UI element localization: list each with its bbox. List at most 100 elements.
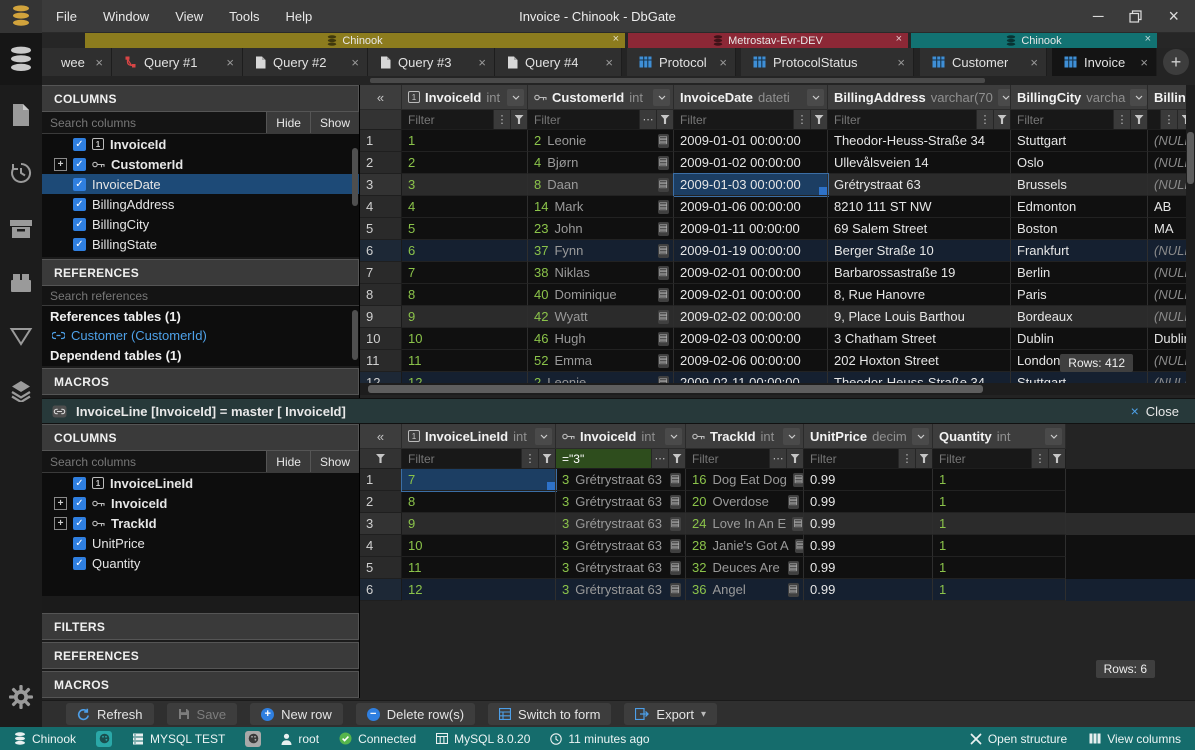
document-icon[interactable]: ▤ — [658, 266, 669, 280]
filter-funnel-icon[interactable] — [993, 110, 1010, 129]
column-checkbox[interactable]: ✓ — [73, 497, 86, 510]
column-menu-chevron-icon[interactable] — [653, 89, 670, 106]
grid-cell[interactable]: Bordeaux — [1011, 306, 1148, 328]
document-icon[interactable]: ▤ — [658, 178, 669, 192]
column-checkbox[interactable]: ✓ — [73, 178, 86, 191]
grid-cell[interactable]: 12 — [402, 372, 528, 383]
document-icon[interactable]: ▤ — [658, 156, 669, 170]
tab-group[interactable]: Metrostav-Evr-DEV× — [628, 33, 908, 48]
document-icon[interactable]: ▤ — [793, 473, 804, 487]
grid-cell[interactable]: 0.99 — [804, 535, 933, 557]
grid-cell[interactable]: 202 Hoxton Street — [828, 350, 1011, 372]
references-section-header[interactable]: REFERENCES — [42, 259, 359, 286]
new-tab-button[interactable]: + — [1163, 49, 1189, 75]
document-icon[interactable]: ▤ — [658, 288, 669, 302]
grid-cell[interactable]: 20Overdose▤ — [686, 491, 804, 513]
filter-menu-icon[interactable]: ⋮ — [976, 110, 993, 129]
tab-query-3[interactable]: Query #3× — [368, 48, 495, 76]
grid-cell[interactable]: 37Fynn▤ — [528, 240, 674, 262]
filter-input-customerid[interactable] — [528, 110, 639, 129]
column-header-invoiceid[interactable]: 1InvoiceIdint — [402, 85, 528, 110]
grid-cell[interactable]: 2009-01-19 00:00:00 — [674, 240, 828, 262]
grid-cell[interactable]: Ullevålsveien 14 — [828, 152, 1011, 174]
column-checkbox[interactable]: ✓ — [73, 517, 86, 530]
grid-cell[interactable]: 36Angel▤ — [686, 579, 804, 601]
grid-cell[interactable]: 9 — [402, 306, 528, 328]
grid-cell[interactable]: 69 Salem Street — [828, 218, 1011, 240]
main-grid-vertical-scrollbar[interactable] — [1186, 85, 1195, 383]
grid-cell[interactable]: 24Love In An E▤ — [686, 513, 804, 535]
sidebar-column-customerid[interactable]: +✓CustomerId — [42, 154, 359, 174]
grid-cell[interactable]: 3Grétrystraat 63▤ — [556, 579, 686, 601]
grid-cell[interactable]: 2Leonie▤ — [528, 130, 674, 152]
rail-plugins-icon[interactable] — [9, 273, 33, 293]
grid-cell[interactable]: Berlin — [1011, 262, 1148, 284]
document-icon[interactable]: ▤ — [788, 561, 799, 575]
column-checkbox[interactable]: ✓ — [73, 557, 86, 570]
row-number[interactable]: 7 — [360, 262, 402, 284]
minimize-button[interactable]: ─ — [1093, 8, 1104, 25]
filter-funnel-icon[interactable] — [1130, 110, 1147, 129]
column-header-billingcity[interactable]: BillingCityvarcha — [1011, 85, 1148, 110]
delete-rows-button[interactable]: − Delete row(s) — [356, 703, 475, 725]
filter-menu-icon[interactable]: ⋮ — [493, 110, 510, 129]
grid-cell[interactable]: 8, Rue Hanovre — [828, 284, 1011, 306]
column-header-invoiceid[interactable]: InvoiceIdint — [556, 424, 686, 449]
grid-cell[interactable]: 11 — [402, 350, 528, 372]
filter-funnel-icon[interactable] — [668, 449, 685, 468]
filter-funnel-icon[interactable] — [656, 110, 673, 129]
grid-cell[interactable]: 1 — [933, 513, 1066, 535]
grid-cell[interactable]: 2009-02-03 00:00:00 — [674, 328, 828, 350]
export-button[interactable]: Export ▾ — [624, 703, 717, 725]
grid-cell[interactable]: Stuttgart — [1011, 130, 1148, 152]
grid-cell[interactable]: Paris — [1011, 284, 1148, 306]
close-detail-button[interactable]: × Close — [1131, 403, 1195, 419]
menu-view[interactable]: View — [175, 9, 203, 24]
grid-cell[interactable]: 11 — [402, 557, 556, 579]
document-icon[interactable]: ▤ — [795, 539, 804, 553]
column-header-quantity[interactable]: Quantityint — [933, 424, 1066, 449]
main-grid-horizontal-scrollbar[interactable] — [360, 383, 1195, 395]
grid-cell[interactable]: 0.99 — [804, 579, 933, 601]
grid-cell[interactable]: 2 — [402, 152, 528, 174]
sidebar-column-invoiceid[interactable]: +✓InvoiceId — [42, 493, 359, 513]
document-icon[interactable]: ▤ — [658, 354, 669, 368]
filter-menu-icon[interactable]: ⋮ — [1031, 449, 1048, 468]
connection-color-button[interactable] — [96, 731, 112, 747]
sidebar-column-invoiceid[interactable]: ✓1InvoiceId — [42, 134, 359, 154]
grid-cell[interactable]: 2009-02-02 00:00:00 — [674, 306, 828, 328]
row-number[interactable]: 4 — [360, 535, 402, 557]
filter-menu-icon[interactable]: ⋯ — [651, 449, 668, 468]
clear-filter-icon[interactable] — [376, 454, 385, 463]
row-number[interactable]: 8 — [360, 284, 402, 306]
grid-cell[interactable]: 6 — [402, 240, 528, 262]
rail-file-icon[interactable] — [11, 103, 31, 127]
document-icon[interactable]: ▤ — [658, 200, 669, 214]
grid-cell[interactable]: 3 — [402, 174, 528, 196]
settings-gear-icon[interactable] — [0, 685, 42, 709]
document-icon[interactable]: ▤ — [788, 583, 799, 597]
collapse-grid-button[interactable]: « — [360, 424, 402, 449]
column-header-unitprice[interactable]: UnitPricedecim — [804, 424, 933, 449]
grid-cell[interactable]: 4Bjørn▤ — [528, 152, 674, 174]
sidebar-column-billingcity[interactable]: ✓BillingCity — [42, 214, 359, 234]
filter-menu-icon[interactable]: ⋯ — [769, 449, 786, 468]
column-menu-chevron-icon[interactable] — [807, 89, 824, 106]
grid-cell[interactable]: 3 Chatham Street — [828, 328, 1011, 350]
grid-cell[interactable]: 10 — [402, 535, 556, 557]
filter-input-unitprice[interactable] — [804, 449, 898, 468]
grid-cell[interactable]: 3Grétrystraat 63▤ — [556, 513, 686, 535]
tab-protocol[interactable]: Protocol× — [627, 48, 736, 76]
filter-input-billingstate[interactable] — [1148, 110, 1160, 129]
filter-input-quantity[interactable] — [933, 449, 1031, 468]
grid-cell[interactable]: Oslo — [1011, 152, 1148, 174]
menu-tools[interactable]: Tools — [229, 9, 259, 24]
column-menu-chevron-icon[interactable] — [912, 428, 929, 445]
column-checkbox[interactable]: ✓ — [73, 158, 86, 171]
filter-input-trackid[interactable] — [686, 449, 769, 468]
grid-cell[interactable]: 7 — [402, 469, 556, 491]
menu-file[interactable]: File — [56, 9, 77, 24]
grid-cell[interactable]: 38Niklas▤ — [528, 262, 674, 284]
grid-cell[interactable]: 40Dominique▤ — [528, 284, 674, 306]
document-icon[interactable]: ▤ — [670, 517, 681, 531]
